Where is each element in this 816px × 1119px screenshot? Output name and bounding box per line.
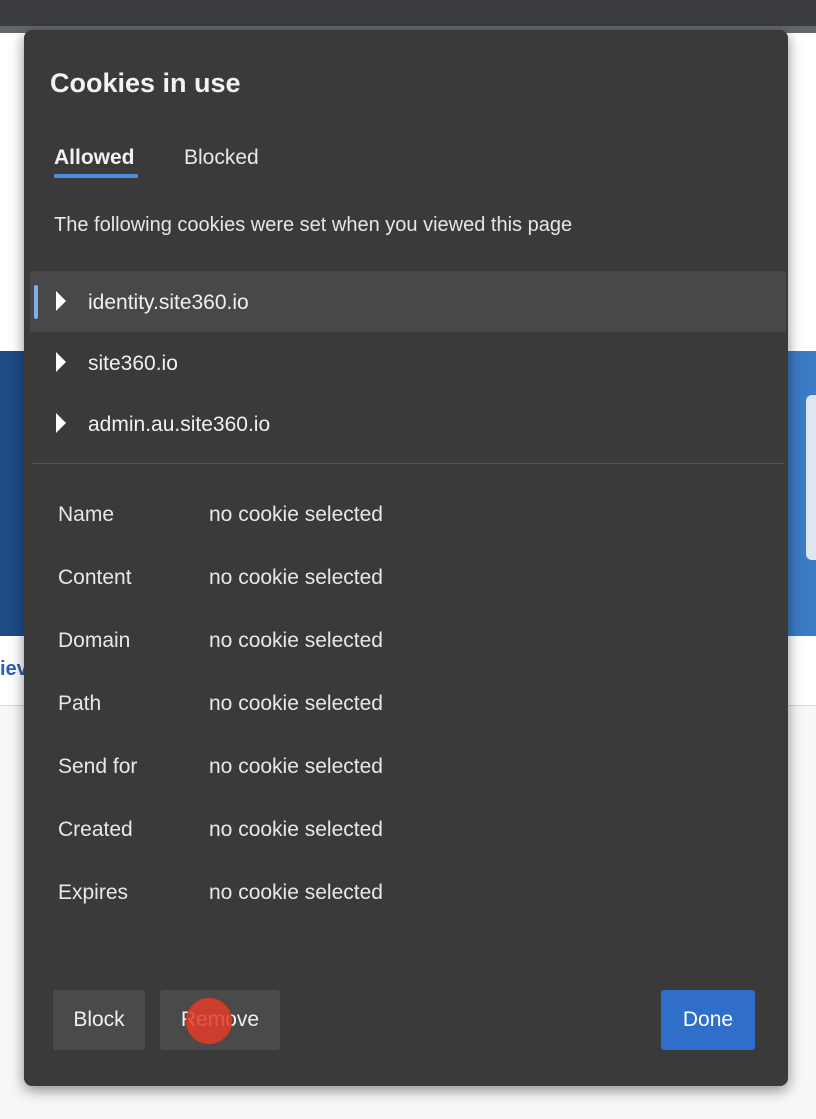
cookies-dialog: Cookies in use Allowed Blocked The follo…: [24, 30, 788, 1086]
tab-blocked[interactable]: Blocked: [184, 146, 259, 170]
background-card: [806, 395, 816, 560]
detail-row-content: Content no cookie selected: [58, 566, 758, 629]
caret-right-icon[interactable]: [56, 352, 66, 372]
detail-value: no cookie selected: [209, 503, 383, 526]
dialog-title: Cookies in use: [50, 68, 241, 98]
tree-item-admin-au-site360[interactable]: admin.au.site360.io: [30, 393, 786, 454]
active-tab-indicator: [54, 174, 138, 178]
detail-key: Send for: [58, 755, 138, 778]
detail-row-path: Path no cookie selected: [58, 692, 758, 755]
tree-item-label: identity.site360.io: [88, 291, 249, 314]
tab-blocked-label: Blocked: [184, 146, 259, 169]
detail-row-expires: Expires no cookie selected: [58, 881, 758, 944]
detail-value: no cookie selected: [209, 818, 383, 841]
tab-allowed[interactable]: Allowed: [54, 146, 138, 178]
browser-toolbar: [0, 0, 816, 26]
detail-value: no cookie selected: [209, 881, 383, 904]
selection-indicator: [34, 285, 38, 319]
tree-item-label: admin.au.site360.io: [88, 413, 271, 436]
cookie-domain-tree: identity.site360.io site360.io admin.au.…: [30, 271, 786, 454]
section-divider: [32, 463, 784, 464]
caret-right-icon[interactable]: [56, 413, 66, 433]
click-marker: [186, 998, 232, 1044]
detail-row-created: Created no cookie selected: [58, 818, 758, 881]
detail-value: no cookie selected: [209, 629, 383, 652]
cookie-details: Name no cookie selected Content no cooki…: [58, 503, 758, 944]
tree-item-label: site360.io: [88, 352, 178, 375]
block-button[interactable]: Block: [53, 990, 145, 1050]
detail-row-domain: Domain no cookie selected: [58, 629, 758, 692]
detail-key: Path: [58, 692, 102, 715]
tree-item-site360[interactable]: site360.io: [30, 332, 786, 393]
detail-value: no cookie selected: [209, 755, 383, 778]
caret-right-icon[interactable]: [56, 291, 66, 311]
done-button[interactable]: Done: [661, 990, 755, 1050]
cookies-description: The following cookies were set when you …: [54, 214, 573, 236]
detail-value: no cookie selected: [209, 566, 383, 589]
detail-key: Created: [58, 818, 133, 841]
detail-key: Domain: [58, 629, 131, 652]
detail-row-send-for: Send for no cookie selected: [58, 755, 758, 818]
detail-value: no cookie selected: [209, 692, 383, 715]
detail-key: Expires: [58, 881, 129, 904]
tree-item-identity-site360[interactable]: identity.site360.io: [30, 271, 786, 332]
detail-key: Content: [58, 566, 132, 589]
detail-row-name: Name no cookie selected: [58, 503, 758, 566]
detail-key: Name: [58, 503, 115, 526]
tab-allowed-label: Allowed: [54, 146, 135, 169]
